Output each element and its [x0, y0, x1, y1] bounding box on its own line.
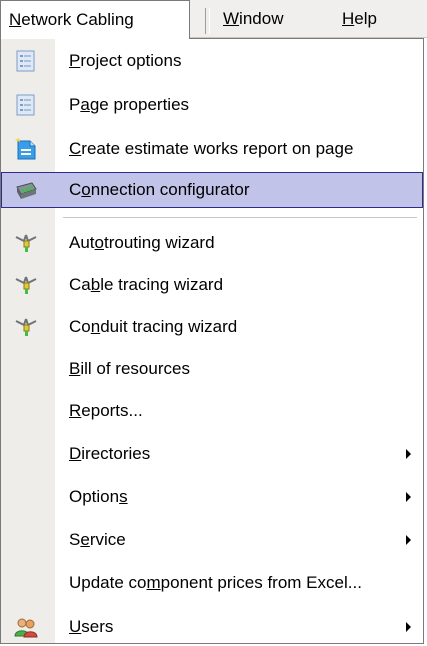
menu-item-label: roject options: [80, 51, 182, 70]
menu-item-label: eports...: [81, 401, 143, 420]
menu-item-label: trouting wizard: [104, 233, 215, 252]
menu-item-bill-of-resources[interactable]: Bill of resources: [1, 351, 423, 387]
menu-item-label: ill of resources: [80, 359, 190, 378]
wizard-icon: [14, 232, 38, 254]
menu-item-label: duit tracing wizard: [100, 317, 238, 336]
menu-item-label: ponent prices from Excel...: [160, 573, 362, 592]
new-report-icon: [14, 138, 38, 160]
menu-item-label: le tracing wizard: [100, 275, 224, 294]
menu-help[interactable]: Help: [342, 0, 377, 38]
network-cabling-dropdown: Project options Page properties Create e…: [0, 38, 424, 644]
menu-item-label: rvice: [89, 530, 126, 549]
list-document-icon: [14, 94, 38, 116]
menu-item-label: nnection configurator: [90, 180, 250, 199]
list-document-icon: [14, 50, 38, 72]
menu-bar: Network Cabling Window Help: [0, 0, 427, 39]
menu-item-connection-configurator[interactable]: Connection configurator: [1, 172, 423, 208]
submenu-arrow-icon: [406, 622, 411, 632]
menu-item-label: ge properties: [89, 95, 190, 114]
menu-item-options[interactable]: Options: [1, 479, 423, 515]
menu-item-cable-tracing-wizard[interactable]: Cable tracing wizard: [1, 267, 423, 303]
toolbar-grip[interactable]: [205, 8, 210, 34]
menu-separator: [63, 217, 417, 218]
menu-item-label: sers: [81, 617, 114, 636]
menu-item-create-estimate-report[interactable]: Create estimate works report on page: [1, 131, 423, 167]
users-icon: [14, 616, 38, 638]
menu-item-page-properties[interactable]: Page properties: [1, 87, 423, 123]
menu-item-service[interactable]: Service: [1, 522, 423, 558]
menu-window-label: indow: [239, 9, 284, 28]
menu-item-users[interactable]: Users: [1, 609, 423, 645]
connector-icon: [14, 179, 38, 201]
menu-item-autotrouting-wizard[interactable]: Autotrouting wizard: [1, 225, 423, 261]
menu-item-update-component-prices[interactable]: Update component prices from Excel...: [1, 565, 423, 601]
menu-help-label: elp: [354, 9, 377, 28]
menu-item-label: irectories: [81, 444, 151, 463]
menu-item-directories[interactable]: Directories: [1, 436, 423, 472]
menu-item-reports[interactable]: Reports...: [1, 393, 423, 429]
wizard-icon: [14, 274, 38, 296]
submenu-arrow-icon: [406, 449, 411, 459]
submenu-arrow-icon: [406, 492, 411, 502]
menu-item-label: reate estimate works report on page: [81, 139, 354, 158]
wizard-icon: [14, 316, 38, 338]
submenu-arrow-icon: [406, 535, 411, 545]
menu-network-cabling-label: etwork Cabling: [21, 10, 134, 29]
menu-item-conduit-tracing-wizard[interactable]: Conduit tracing wizard: [1, 309, 423, 345]
menu-window[interactable]: Window: [223, 0, 283, 38]
menu-network-cabling[interactable]: Network Cabling: [0, 0, 190, 39]
menu-item-project-options[interactable]: Project options: [1, 43, 423, 79]
